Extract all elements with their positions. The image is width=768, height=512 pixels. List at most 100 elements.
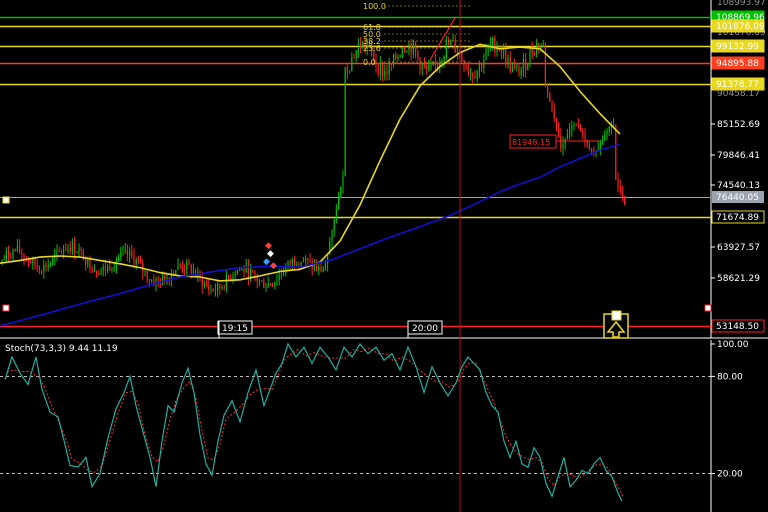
candle — [91, 266, 93, 274]
candle — [463, 59, 465, 72]
trading-chart[interactable]: 100.061.850.038.223.60.0 85152.6979846.4… — [0, 0, 768, 512]
candle — [60, 248, 62, 255]
candle-body — [382, 63, 384, 77]
candle — [82, 249, 84, 261]
candle-body — [580, 126, 582, 131]
candle-body — [448, 41, 450, 45]
candle-body — [126, 249, 128, 256]
candle-body — [342, 176, 344, 188]
fib-label: 100.0 — [363, 2, 386, 11]
candle-body — [267, 283, 269, 287]
candle — [124, 242, 126, 255]
candle-body — [283, 272, 285, 275]
candle — [322, 266, 324, 273]
candle-body — [118, 257, 120, 261]
candle — [593, 146, 595, 157]
level-handle-left[interactable] — [2, 196, 10, 204]
candle-body — [41, 270, 43, 272]
candle-body — [549, 93, 551, 102]
buy-arrow-icon[interactable] — [603, 310, 629, 339]
oscillator-tick-label: 20.00 — [717, 470, 743, 480]
candle — [353, 53, 355, 59]
candle-body — [533, 53, 535, 55]
candle-body — [254, 270, 256, 277]
candle-body — [228, 275, 230, 278]
candle — [96, 270, 98, 279]
candle — [331, 229, 333, 250]
candle-body — [14, 249, 16, 252]
candle — [494, 35, 496, 57]
candle — [206, 278, 208, 287]
candle-body — [558, 127, 560, 136]
candle — [294, 255, 296, 271]
candle-body — [320, 266, 322, 272]
candle — [104, 259, 106, 277]
candle — [21, 248, 23, 260]
candle-body — [621, 191, 623, 198]
candle — [573, 122, 575, 131]
candle — [503, 43, 505, 59]
candle-body — [107, 265, 109, 271]
candle — [388, 58, 390, 81]
candle-body — [421, 63, 423, 70]
candle-body — [113, 266, 115, 269]
candle-body — [140, 260, 142, 263]
candle — [441, 58, 443, 69]
candle — [316, 259, 318, 272]
candle-body — [324, 263, 326, 270]
candle-body — [162, 275, 164, 285]
candle — [516, 63, 518, 72]
candle — [261, 280, 263, 283]
candle-body — [423, 63, 425, 66]
candle-body — [188, 261, 190, 265]
candle — [544, 42, 546, 88]
candle-body — [573, 124, 575, 127]
candle-body — [280, 274, 282, 276]
candle-body — [10, 256, 12, 258]
candle-body — [232, 276, 234, 280]
candle — [181, 260, 183, 274]
candle — [179, 262, 181, 270]
candle-body — [318, 266, 320, 271]
candle-body — [120, 251, 122, 258]
candle — [109, 259, 111, 271]
candle — [27, 256, 29, 268]
candle-body — [135, 259, 137, 264]
candle — [267, 276, 269, 288]
candle-body — [74, 242, 76, 252]
level-price-label: 94895.88 — [716, 59, 759, 69]
candle-body — [619, 185, 621, 192]
candle — [318, 262, 320, 275]
candle-body — [542, 44, 544, 46]
candle-body — [30, 261, 32, 263]
candle — [280, 268, 282, 279]
candle-body — [430, 65, 432, 67]
candle — [276, 273, 278, 286]
level-handle-right-red[interactable] — [704, 304, 712, 312]
candle-body — [544, 44, 546, 85]
candle-body — [443, 56, 445, 61]
candle-body — [599, 144, 601, 149]
candle-body — [3, 258, 5, 261]
candle-body — [344, 66, 346, 177]
candle-body — [505, 49, 507, 65]
candle — [5, 247, 7, 262]
candle-body — [388, 63, 390, 75]
candle-body — [144, 271, 146, 273]
candle — [415, 41, 417, 59]
candle — [500, 45, 502, 59]
candle-body — [78, 248, 80, 252]
candle — [522, 53, 524, 77]
candle — [525, 52, 527, 78]
candle-body — [483, 59, 485, 68]
candle — [419, 56, 421, 75]
candle-body — [263, 280, 265, 288]
candle — [492, 36, 494, 51]
candle-body — [577, 124, 579, 127]
level-handle-left-red[interactable] — [2, 304, 10, 312]
candle-body — [395, 54, 397, 60]
candle — [410, 38, 412, 61]
candle-body — [335, 209, 337, 221]
candle-body — [527, 63, 529, 71]
candle — [360, 36, 362, 54]
